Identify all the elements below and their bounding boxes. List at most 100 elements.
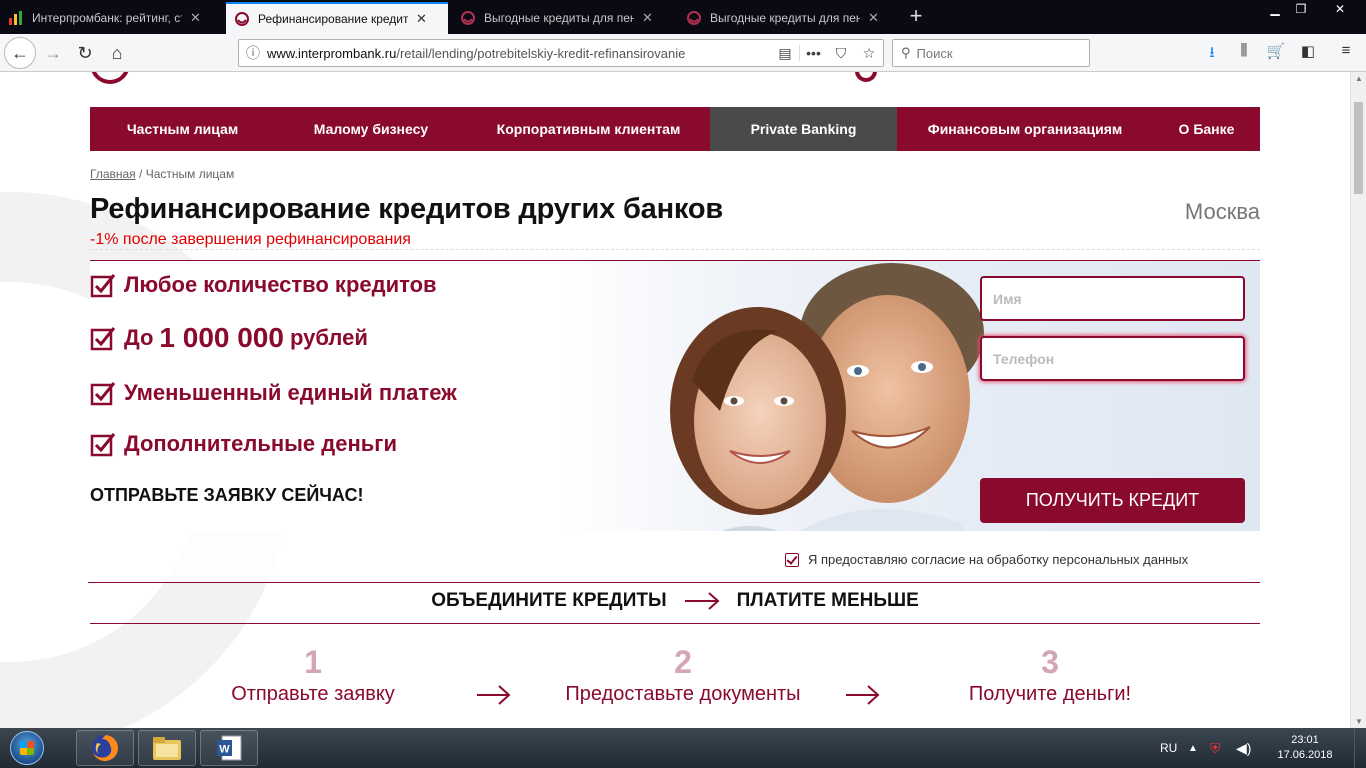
feature-text: Уменьшенный единый платеж [124,380,457,405]
show-desktop-button[interactable] [1354,728,1366,768]
reload-button[interactable]: ↻ [70,38,100,68]
sidebar-icon[interactable]: ◧ [1296,42,1320,64]
tab-close-icon[interactable]: ✕ [868,10,879,26]
pocket-icon[interactable]: ⛉ [827,45,855,62]
divider [90,623,1260,624]
tab-close-icon[interactable]: ✕ [190,10,201,26]
menu-item-small-business[interactable]: Малому бизнесу [275,107,467,151]
menu-item-private-banking[interactable]: Private Banking [710,107,897,151]
checkbox-checked-icon [90,433,116,457]
tab-close-icon[interactable]: ✕ [416,11,427,27]
consent-checkbox[interactable] [785,552,799,567]
feature-text: рублей [289,325,368,350]
taskbar-word[interactable]: W [200,730,258,766]
home-icon: ⌂ [111,42,123,63]
step-number: 3 [1041,644,1059,680]
tab-interprombank-rating[interactable]: Интерпромбанк: рейтинг, ставки ✕ [0,2,222,34]
tab-title: Рефинансирование кредита - Интерпромбанк [258,12,408,26]
restore-icon[interactable]: ❐ [1284,0,1318,18]
downloads-icon[interactable]: ⭳ [1200,42,1224,64]
divider [88,582,1260,583]
name-input[interactable]: Имя [980,276,1245,321]
page-title: Рефинансирование кредитов других банков [90,193,724,225]
taskbar-firefox[interactable] [76,730,134,766]
bank-logo[interactable] [90,72,130,84]
bookmark-star-icon[interactable]: ☆ [855,45,883,62]
language-indicator[interactable]: RU [1160,728,1177,768]
slogan-right: ПЛАТИТЕ МЕНЬШЕ [736,590,919,611]
tab-pensioners-2[interactable]: Выгодные кредиты для пенсионеров ✕ [678,2,900,34]
taskbar-explorer[interactable] [138,730,196,766]
feature-amount: До 1 000 000 рублей [90,322,368,354]
url-bar[interactable]: ⓘ www.interprombank.ru/retail/lending/po… [238,39,884,67]
clock-time: 23:01 [1291,734,1319,746]
menu-item-private-persons[interactable]: Частным лицам [90,107,275,151]
phone-placeholder: Телефон [993,350,1055,367]
site-favicon [9,11,22,25]
tab-pensioners-1[interactable]: Выгодные кредиты для пенсионеров ✕ [452,2,674,34]
url-path: /retail/lending/potrebitelskiy-kredit-re… [396,45,686,61]
step-1: 1 Отправьте заявку [213,644,413,706]
search-box[interactable]: ⚲ Поиск [892,39,1090,67]
tab-title: Выгодные кредиты для пенсионеров [484,11,634,25]
breadcrumb-separator: / [135,167,146,181]
reload-icon: ↻ [77,42,93,63]
menu-icon[interactable]: ≡ [1334,42,1358,64]
main-menu: Частным лицам Малому бизнесу Корпоративн… [90,107,1260,151]
explorer-icon [153,737,181,760]
menu-item-about[interactable]: О Банке [1153,107,1260,151]
cart-icon[interactable]: 🛒 [1264,42,1288,64]
slogan-left: ОБЪЕДИНИТЕ КРЕДИТЫ [431,590,667,611]
page-actions-icon[interactable]: ••• [799,45,827,61]
forward-button[interactable]: → [38,38,68,68]
consent-checkbox-row[interactable]: Я предоставляю согласие на обработку пер… [785,552,1188,567]
scroll-down-icon[interactable]: ▼ [1351,717,1366,726]
scroll-up-icon[interactable]: ▲ [1351,74,1366,83]
arrow-right-icon: → [44,42,62,63]
tray-expand-icon[interactable]: ▲ [1188,728,1198,768]
info-icon[interactable]: ⓘ [239,43,267,63]
name-placeholder: Имя [993,290,1022,307]
arrow-right-icon [846,685,880,705]
navigation-toolbar: ← → ↻ ⌂ ⓘ www.interprombank.ru/retail/le… [0,34,1366,72]
arrow-left-icon: ← [11,42,29,63]
scrollbar-thumb[interactable] [1354,102,1363,194]
breadcrumb-home-link[interactable]: Главная [90,167,136,181]
call-to-action: ОТПРАВЬТЕ ЗАЯВКУ СЕЙЧАС! [90,485,364,505]
start-button[interactable] [2,729,52,767]
city-selector[interactable]: Москва [1185,199,1260,225]
consent-label: Я предоставляю согласие на обработку пер… [808,552,1189,567]
url-text[interactable]: www.interprombank.ru/retail/lending/potr… [267,46,771,61]
feature-any-number-of-credits: Любое количество кредитов [90,272,437,298]
logo-decoration [855,72,877,82]
checkbox-checked-icon [90,327,116,351]
new-tab-plus-icon[interactable]: + [904,4,928,28]
menu-item-corporate[interactable]: Корпоративным клиентам [467,107,710,151]
antivirus-tray-icon[interactable]: ⛨ [1210,728,1221,768]
search-placeholder: Поиск [916,45,953,61]
word-icon: W [217,735,242,761]
volume-icon[interactable]: ◀) [1236,728,1251,768]
feature-text: Любое количество кредитов [124,272,437,297]
library-icon[interactable]: ⫼ [1232,42,1256,64]
reader-view-icon[interactable]: ▤ [771,45,799,62]
home-button[interactable]: ⌂ [102,38,132,68]
menu-item-financial-orgs[interactable]: Финансовым организациям [897,107,1153,151]
arrow-right-icon [684,592,720,610]
feature-amount-value: 1 000 000 [159,322,284,353]
bank-logo-icon [461,11,475,25]
vertical-scrollbar[interactable]: ▲ ▼ [1350,72,1366,728]
back-button[interactable]: ← [4,37,36,69]
tab-refinancing[interactable]: Рефинансирование кредита - Интерпромбанк… [226,2,448,34]
slogan: ОБЪЕДИНИТЕ КРЕДИТЫ ПЛАТИТЕ МЕНЬШЕ [0,590,1350,612]
page-subtitle: -1% после завершения рефинансирования [90,231,411,248]
tab-close-icon[interactable]: ✕ [642,10,653,26]
feature-reduced-payment: Уменьшенный единый платеж [90,380,457,406]
phone-input[interactable]: Телефон [980,336,1245,381]
step-label: Предоставьте документы [565,683,801,705]
feature-text: До [124,325,154,350]
get-credit-button[interactable]: ПОЛУЧИТЬ КРЕДИТ [980,478,1245,523]
close-window-icon[interactable]: ✕ [1318,0,1362,18]
system-clock[interactable]: 23:01 17.06.2018 [1270,733,1340,763]
hero-banner: Любое количество кредитов До 1 000 000 р… [90,261,1260,531]
